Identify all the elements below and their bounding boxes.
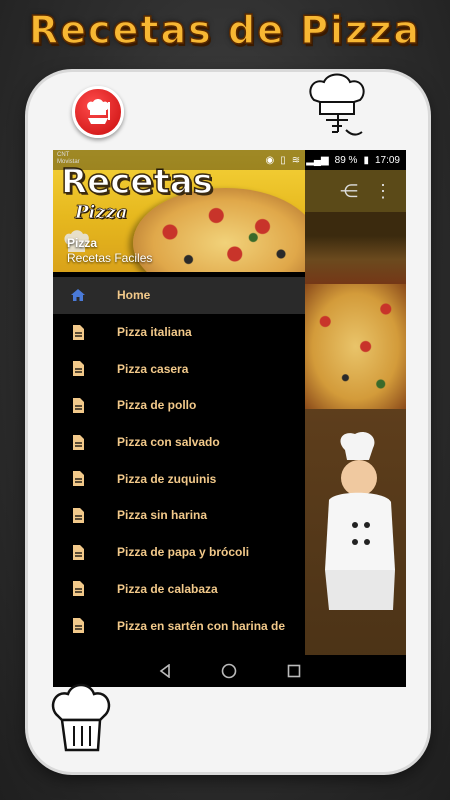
document-icon — [69, 360, 87, 378]
menu-item-label: Pizza con salvado — [117, 435, 220, 450]
eye-icon: ◉ — [265, 154, 275, 166]
device-screen: CNT Movistar ◉ ▯ ≋ ▂▄▆ 89 % ▮ 17:09 ⋲ ⋮ … — [53, 150, 406, 687]
menu-item-home[interactable]: Home — [53, 277, 305, 314]
menu-item-pizza-casera[interactable]: Pizza casera — [53, 350, 305, 387]
menu-item-label: Pizza de pollo — [117, 398, 197, 413]
menu-item-label: Pizza casera — [117, 361, 189, 376]
wifi-icon: ≋ — [291, 154, 301, 166]
battery-text: 89 % — [334, 154, 358, 166]
home-circle-icon[interactable] — [221, 663, 237, 679]
document-icon — [69, 396, 87, 414]
share-icon[interactable]: ⋲ — [340, 181, 358, 202]
menu-item-pizza-de-calabaza[interactable]: Pizza de calabaza — [53, 571, 305, 608]
app-banner-title: Recetas de Pizza — [28, 7, 421, 53]
clock: 17:09 — [374, 154, 400, 166]
navigation-drawer: Recetas Pizza Pizza Recetas Faciles Home… — [53, 150, 305, 655]
signal-icon: ▂▄▆ — [306, 154, 329, 166]
more-vert-icon[interactable]: ⋮ — [374, 181, 392, 202]
home-icon — [69, 286, 87, 304]
document-icon — [69, 580, 87, 598]
menu-item-pizza-en-sarten[interactable]: Pizza en sartén con harina de — [53, 607, 305, 644]
carrier-line-1: CNT — [57, 152, 70, 158]
menu-item-label: Pizza en sartén con harina de — [117, 618, 286, 633]
back-icon[interactable] — [158, 664, 172, 678]
carrier-label: CNT Movistar — [57, 152, 80, 166]
menu-item-pizza-de-papa-y-brocoli[interactable]: Pizza de papa y brócoli — [53, 534, 305, 571]
recents-icon[interactable] — [287, 664, 301, 678]
menu-item-pizza-sin-harina[interactable]: Pizza sin harina — [53, 497, 305, 534]
document-icon — [69, 617, 87, 635]
document-icon — [69, 433, 87, 451]
document-icon — [69, 470, 87, 488]
battery-icon: ▮ — [363, 154, 369, 166]
menu-item-label: Pizza sin harina — [117, 508, 208, 523]
chef-hat-icon — [309, 73, 365, 136]
chef-figure-image — [325, 431, 395, 610]
drawer-menu: Home Pizza italiana Pizza casera Pizza d… — [53, 277, 305, 644]
app-logo — [72, 86, 124, 138]
menu-item-label: Home — [117, 288, 151, 303]
chef-hat-bottom-icon — [51, 683, 111, 752]
menu-item-label: Pizza de zuquinis — [117, 471, 217, 486]
menu-item-pizza-con-salvado[interactable]: Pizza con salvado — [53, 424, 305, 461]
header-subtitle: Pizza — [75, 202, 128, 224]
header-app-name: Pizza — [67, 236, 98, 250]
vibrate-icon: ▯ — [280, 154, 286, 166]
chef-logo-icon — [87, 99, 110, 124]
document-icon — [69, 506, 87, 524]
menu-item-label: Pizza de calabaza — [117, 581, 218, 596]
carrier-line-2: Movistar — [57, 159, 80, 165]
menu-item-pizza-de-pollo[interactable]: Pizza de pollo — [53, 387, 305, 424]
menu-item-pizza-italiana[interactable]: Pizza italiana — [53, 314, 305, 351]
status-bar: CNT Movistar ◉ ▯ ≋ ▂▄▆ 89 % ▮ 17:09 — [53, 150, 406, 170]
menu-item-pizza-de-zuquinis[interactable]: Pizza de zuquinis — [53, 460, 305, 497]
document-icon — [69, 543, 87, 561]
header-app-desc: Recetas Faciles — [67, 251, 153, 265]
menu-item-label: Pizza italiana — [117, 325, 192, 340]
menu-item-label: Pizza de papa y brócoli — [117, 545, 250, 560]
document-icon — [69, 323, 87, 341]
background-pizza-image — [305, 284, 406, 409]
app-toolbar: ⋲ ⋮ — [305, 170, 406, 212]
